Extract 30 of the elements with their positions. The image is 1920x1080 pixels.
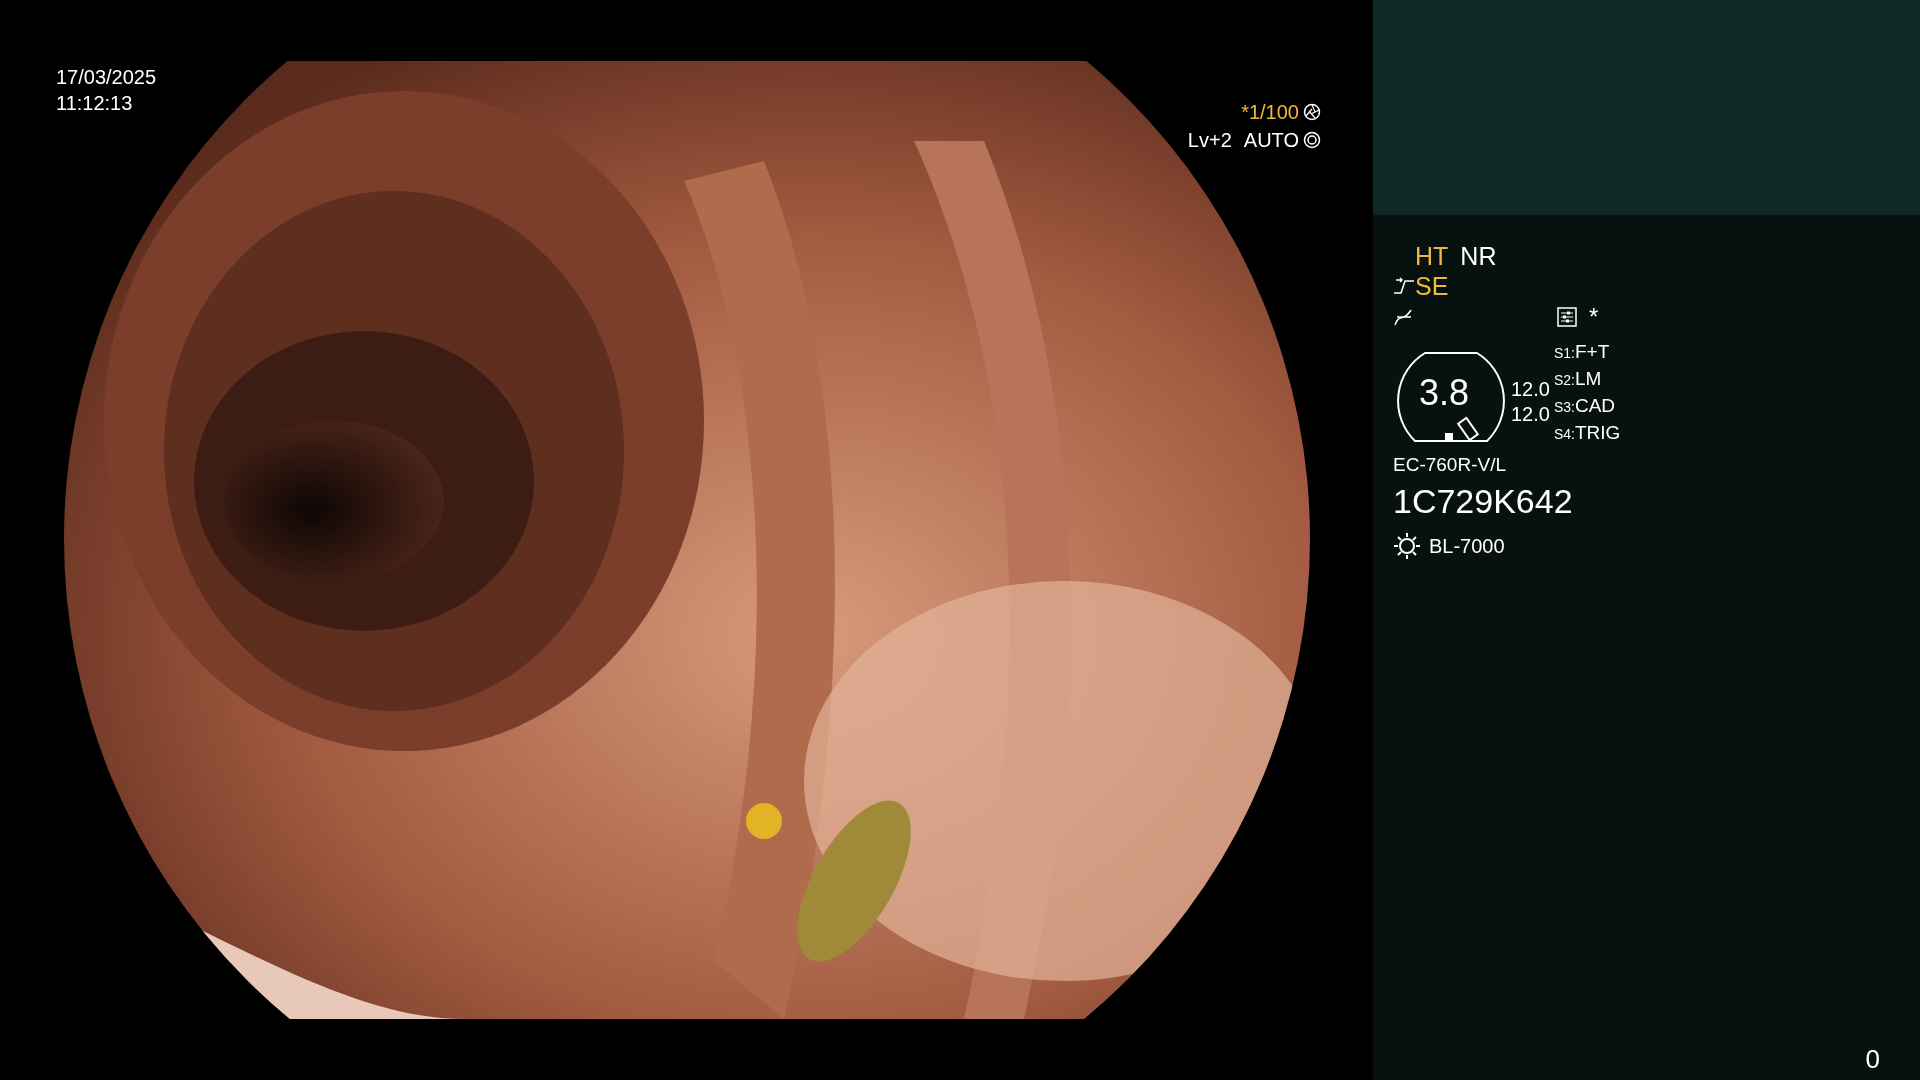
settings-icon bbox=[1557, 307, 1577, 327]
brightness-level: Lv+2 bbox=[1187, 128, 1232, 153]
switch-function: TRIG bbox=[1574, 421, 1621, 445]
switch-function: F+T bbox=[1574, 340, 1610, 364]
scope-serial: 1C729K642 bbox=[1393, 481, 1574, 521]
switch-function: LM bbox=[1574, 367, 1602, 391]
iris-icon bbox=[1303, 131, 1321, 149]
switch-key: S4: bbox=[1553, 422, 1575, 447]
switch-key: S3: bbox=[1553, 395, 1575, 420]
gauge-reading: 12.0 bbox=[1511, 402, 1550, 427]
filter-icon bbox=[1393, 307, 1413, 327]
switch-function: CAD bbox=[1574, 394, 1616, 418]
date: 17/03/2025 bbox=[56, 65, 157, 90]
structure-label: SE bbox=[1415, 271, 1449, 301]
light-source: BL-7000 bbox=[1429, 534, 1505, 559]
light-icon bbox=[1393, 532, 1421, 560]
asterisk-mark: * bbox=[1589, 305, 1599, 329]
mode-label: NR bbox=[1460, 241, 1497, 271]
mode-label: HT bbox=[1415, 241, 1449, 271]
counter: 0 bbox=[1865, 1044, 1880, 1074]
aperture-icon bbox=[1303, 103, 1321, 121]
exposure-mode: AUTO bbox=[1243, 128, 1299, 153]
curve-icon bbox=[1393, 277, 1415, 295]
time: 11:12:13 bbox=[56, 91, 134, 116]
switch-key: S1: bbox=[1553, 341, 1575, 366]
gauge-reading: 12.0 bbox=[1511, 377, 1550, 402]
scope-model: EC-760R-V/L bbox=[1393, 453, 1507, 477]
shutter-speed: *1/100 bbox=[1241, 100, 1299, 125]
switch-key: S2: bbox=[1553, 368, 1575, 393]
gauge-value: 3.8 bbox=[1419, 375, 1470, 411]
